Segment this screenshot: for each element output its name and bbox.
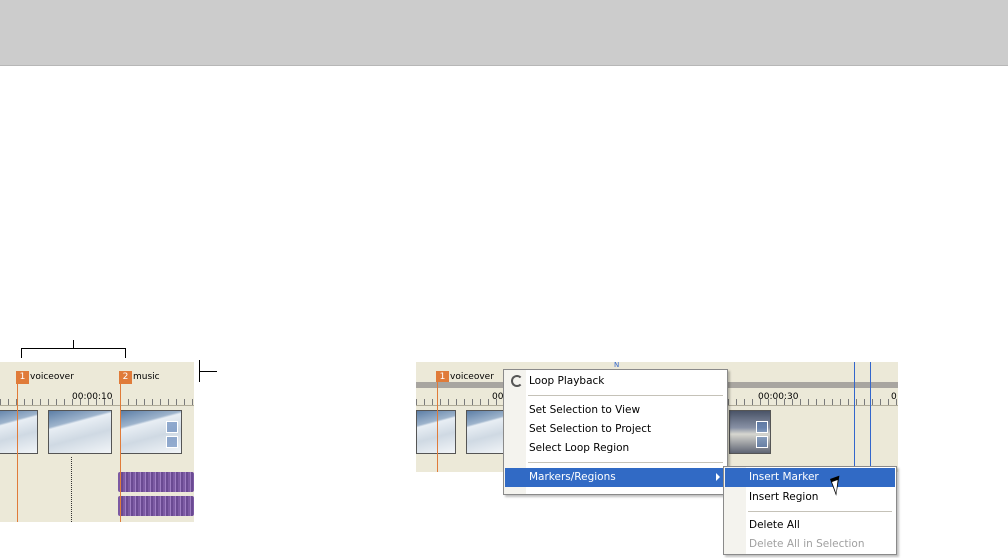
menu-item-label: Loop Playback — [529, 375, 605, 387]
loop-region-start[interactable] — [854, 362, 855, 472]
marker-label-music: music — [133, 372, 160, 382]
crop-icon[interactable] — [756, 421, 768, 433]
menu-item-label: Set Selection to View — [529, 404, 641, 416]
ruler-label: 00:00:10 — [72, 392, 113, 402]
bracket-pointer — [73, 340, 74, 349]
submenu-arrow-icon — [716, 473, 720, 481]
menu-separator — [528, 395, 723, 396]
menu-item-label: Select Loop Region — [529, 442, 630, 454]
top-band — [0, 0, 1008, 66]
menu-item-insert-region[interactable]: Insert Region — [725, 488, 895, 507]
menu-item-set-selection-to-project[interactable]: Set Selection to Project — [505, 420, 726, 439]
menu-item-label: Markers/Regions — [529, 471, 616, 483]
menu-item-delete-all[interactable]: Delete All — [725, 516, 895, 535]
audio-waveform — [118, 472, 194, 492]
marker-label-voiceover: voiceover — [450, 372, 494, 382]
crop-icon[interactable] — [166, 421, 178, 433]
menu-item-label: Insert Region — [749, 491, 819, 503]
callout-leader — [199, 371, 217, 372]
markers-regions-submenu: Insert Marker Insert Region Delete All D… — [723, 466, 897, 555]
pan-icon[interactable] — [166, 436, 178, 448]
menu-item-set-selection-to-view[interactable]: Set Selection to View — [505, 401, 726, 420]
context-menu: Loop Playback Set Selection to View Set … — [503, 369, 728, 495]
marker-bar[interactable]: 1 voiceover 2 music — [0, 362, 194, 390]
video-thumbnail[interactable] — [466, 410, 506, 454]
clip-icons — [756, 421, 770, 451]
menu-item-select-loop-region[interactable]: Select Loop Region — [505, 439, 726, 458]
region-bracket — [21, 348, 126, 358]
marker-label-voiceover: voiceover — [30, 372, 74, 382]
video-thumbnail[interactable] — [0, 410, 38, 454]
marker-glyph: N — [614, 362, 620, 369]
video-thumbnail[interactable] — [48, 410, 112, 454]
audio-track[interactable] — [118, 472, 194, 520]
video-thumbnail[interactable] — [416, 410, 456, 454]
clip-icons — [166, 421, 180, 451]
menu-item-delete-all-in-selection: Delete All in Selection — [725, 535, 895, 554]
marker-line-1 — [437, 382, 438, 472]
marker-line-2 — [120, 382, 121, 522]
pan-icon[interactable] — [756, 436, 768, 448]
menu-separator — [748, 511, 892, 512]
loop-icon — [511, 375, 523, 387]
menu-item-insert-marker[interactable]: Insert Marker — [725, 468, 895, 487]
menu-separator — [528, 462, 723, 463]
time-ruler[interactable]: 00:00:10 — [0, 390, 194, 406]
menu-item-loop-playback[interactable]: Loop Playback — [505, 372, 726, 391]
menu-item-label: Insert Marker — [749, 471, 819, 483]
loop-region-end[interactable] — [870, 362, 871, 472]
audio-waveform — [118, 496, 194, 516]
menu-item-markers-regions[interactable]: Markers/Regions — [505, 468, 726, 487]
ruler-label: 0 — [891, 392, 897, 402]
menu-item-label: Set Selection to Project — [529, 423, 652, 435]
marker-line-1 — [17, 382, 18, 522]
ruler-label: 00:00:30 — [758, 392, 799, 402]
left-timeline: 1 voiceover 2 music 00:00:10 — [0, 362, 194, 522]
menu-item-label: Delete All — [749, 519, 800, 531]
menu-item-label: Delete All in Selection — [749, 538, 865, 550]
gridline — [71, 457, 72, 522]
video-track[interactable] — [0, 407, 194, 457]
